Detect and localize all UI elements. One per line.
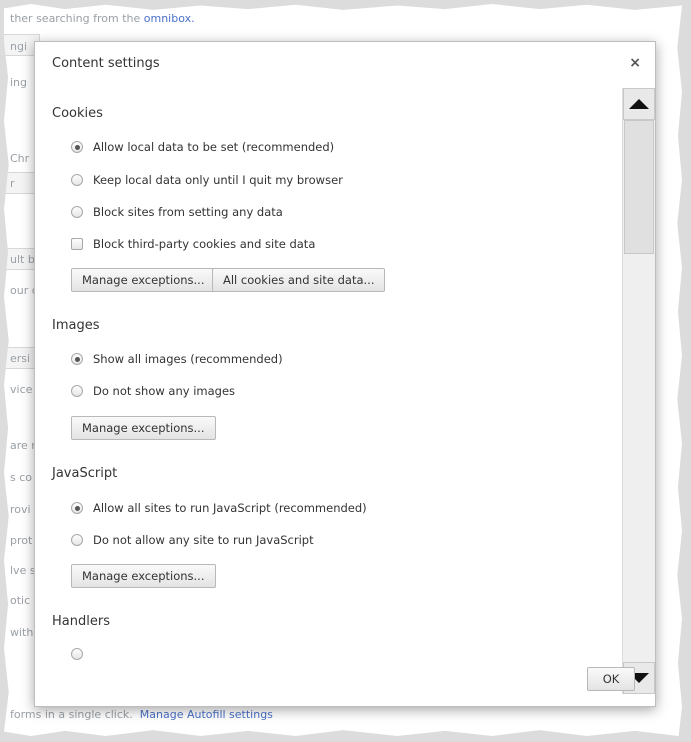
background-omnibox-link[interactable]: omnibox. bbox=[144, 12, 195, 25]
images-option-hide[interactable]: Do not show any images bbox=[71, 384, 235, 398]
cookies-manage-exceptions-button[interactable]: Manage exceptions... bbox=[71, 268, 216, 292]
images-option-show[interactable]: Show all images (recommended) bbox=[71, 352, 283, 366]
background-fragment: ngi bbox=[10, 40, 28, 53]
scroll-thumb[interactable] bbox=[624, 120, 654, 254]
javascript-option-allow[interactable]: Allow all sites to run JavaScript (recom… bbox=[71, 501, 367, 515]
third-party-cookies-checkbox[interactable]: Block third-party cookies and site data bbox=[71, 237, 315, 251]
cookies-option-allow-label: Allow local data to be set (recommended) bbox=[93, 140, 335, 154]
javascript-section-title: JavaScript bbox=[52, 466, 118, 481]
background-fragment: r bbox=[10, 177, 15, 190]
ok-button[interactable]: OK bbox=[587, 667, 635, 691]
javascript-option-block[interactable]: Do not allow any site to run JavaScript bbox=[71, 533, 314, 547]
radio-icon[interactable] bbox=[71, 648, 83, 660]
images-manage-exceptions-button[interactable]: Manage exceptions... bbox=[71, 416, 216, 440]
background-autofill-label: forms in a single click. bbox=[10, 708, 133, 721]
background-fragment: vice bbox=[10, 383, 33, 396]
background-fragment: otic bbox=[10, 594, 31, 607]
cookies-section-title: Cookies bbox=[52, 106, 103, 121]
radio-icon[interactable] bbox=[71, 534, 83, 546]
handlers-section-title: Handlers bbox=[52, 614, 110, 629]
close-icon[interactable]: × bbox=[629, 55, 641, 71]
background-autofill-text: forms in a single click. Manage Autofill… bbox=[10, 708, 273, 721]
radio-icon[interactable] bbox=[71, 385, 83, 397]
background-fragment: prot bbox=[10, 534, 33, 547]
radio-icon[interactable] bbox=[71, 353, 83, 365]
images-option-hide-label: Do not show any images bbox=[93, 384, 236, 398]
content-settings-dialog: Content settings × Cookies Allow local d… bbox=[34, 41, 656, 707]
third-party-cookies-label: Block third-party cookies and site data bbox=[93, 237, 316, 251]
manage-autofill-link[interactable]: Manage Autofill settings bbox=[140, 708, 273, 721]
cookies-option-block[interactable]: Block sites from setting any data bbox=[71, 205, 283, 219]
radio-icon[interactable] bbox=[71, 174, 83, 186]
background-omnibox-label: ther searching from the bbox=[10, 12, 141, 25]
background-fragment: s co bbox=[10, 471, 33, 484]
background-fragment: ersi bbox=[10, 352, 31, 365]
background-fragment: lve s bbox=[10, 564, 36, 577]
dialog-scrollbar[interactable] bbox=[622, 88, 655, 694]
javascript-option-allow-label: Allow all sites to run JavaScript (recom… bbox=[93, 501, 367, 515]
handlers-option-partial[interactable] bbox=[71, 648, 93, 660]
all-cookies-button[interactable]: All cookies and site data... bbox=[212, 268, 386, 292]
cookies-option-session-label: Keep local data only until I quit my bro… bbox=[93, 173, 343, 187]
background-fragment: with bbox=[10, 626, 34, 639]
images-section-title: Images bbox=[52, 318, 100, 333]
arrow-up-icon bbox=[629, 99, 649, 109]
javascript-manage-exceptions-button[interactable]: Manage exceptions... bbox=[71, 564, 216, 588]
radio-icon[interactable] bbox=[71, 141, 83, 153]
background-omnibox-text: ther searching from the omnibox. bbox=[10, 12, 195, 25]
background-fragment: Chr bbox=[10, 152, 30, 165]
cookies-option-session[interactable]: Keep local data only until I quit my bro… bbox=[71, 173, 343, 187]
images-option-show-label: Show all images (recommended) bbox=[93, 352, 283, 366]
background-fragment: rovi bbox=[10, 503, 31, 516]
dialog-title: Content settings bbox=[52, 56, 160, 71]
radio-icon[interactable] bbox=[71, 502, 83, 514]
background-fragment: ing bbox=[10, 76, 28, 89]
javascript-option-block-label: Do not allow any site to run JavaScript bbox=[93, 533, 314, 547]
cookies-option-block-label: Block sites from setting any data bbox=[93, 205, 283, 219]
cookies-option-allow[interactable]: Allow local data to be set (recommended) bbox=[71, 140, 334, 154]
radio-icon[interactable] bbox=[71, 206, 83, 218]
checkbox-icon[interactable] bbox=[71, 238, 83, 250]
dialog-content: Cookies Allow local data to be set (reco… bbox=[35, 86, 621, 694]
scroll-up-button[interactable] bbox=[623, 88, 655, 120]
